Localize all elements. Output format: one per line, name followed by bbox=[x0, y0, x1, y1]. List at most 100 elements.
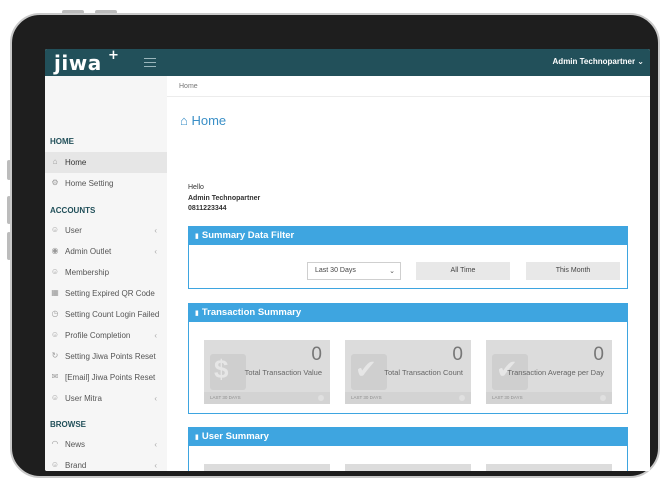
refresh-icon: ↻ bbox=[51, 351, 59, 360]
sidebar-item-membership[interactable]: ☺ Membership bbox=[45, 262, 167, 283]
stat-value: 0 bbox=[593, 344, 604, 365]
sidebar-item-label: Setting Count Login Failed bbox=[65, 310, 160, 319]
rss-icon: ◠ bbox=[51, 439, 59, 448]
stat-value: 0 bbox=[311, 344, 322, 365]
qr-icon: ▦ bbox=[51, 288, 59, 297]
chevron-left-icon: ‹ bbox=[154, 247, 157, 256]
greeting-phone: 0811223344 bbox=[188, 205, 227, 212]
info-icon bbox=[318, 395, 324, 401]
main-content: Home ⌂ Home Hello Admin Technopartner 08… bbox=[167, 76, 650, 471]
hamburger-menu-icon[interactable] bbox=[144, 58, 156, 67]
sidebar: HOME ⌂ Home ⚙ Home Setting ACCOUNTS ☺ Us… bbox=[45, 76, 167, 471]
sidebar-item-home-setting[interactable]: ⚙ Home Setting bbox=[45, 173, 167, 194]
user-icon: ☺ bbox=[50, 460, 60, 469]
breadcrumb-home[interactable]: Home bbox=[179, 83, 198, 90]
home-icon: ⌂ bbox=[52, 157, 58, 166]
chevron-left-icon: ‹ bbox=[154, 394, 157, 403]
sidebar-item-label: Membership bbox=[65, 268, 110, 277]
sidebar-item-label: Home Setting bbox=[65, 179, 114, 188]
bar-chart-icon: ▮ bbox=[195, 233, 199, 240]
logo-text: jiwa bbox=[54, 51, 102, 75]
chevron-down-icon: ⌄ bbox=[637, 57, 644, 66]
user-icon: ☺ bbox=[50, 267, 60, 276]
sidebar-item-setting-count-login[interactable]: ◷ Setting Count Login Failed bbox=[45, 304, 167, 325]
sidebar-item-brand[interactable]: ☺ Brand ‹ bbox=[45, 455, 167, 471]
timer-icon: ◷ bbox=[51, 309, 59, 318]
panel-title: Summary Data Filter bbox=[201, 230, 295, 241]
user-stat-card bbox=[486, 464, 612, 471]
sidebar-item-label: Admin Outlet bbox=[65, 247, 112, 256]
app-screen: jiwa + Admin Technopartner ⌄ HOME ⌂ Home… bbox=[45, 49, 650, 471]
chevron-left-icon: ‹ bbox=[154, 461, 157, 470]
stat-value: 0 bbox=[452, 344, 463, 365]
select-value: Last 30 Days bbox=[315, 267, 356, 274]
bar-chart-icon: ▮ bbox=[195, 310, 199, 317]
all-time-button[interactable]: All Time bbox=[416, 262, 510, 280]
info-icon bbox=[600, 395, 606, 401]
sidebar-item-home[interactable]: ⌂ Home bbox=[45, 152, 167, 173]
sidebar-item-setting-expired-qr[interactable]: ▦ Setting Expired QR Code bbox=[45, 283, 167, 304]
panel-header: ▮ Summary Data Filter bbox=[189, 227, 627, 245]
users-icon: ☺ bbox=[50, 225, 60, 234]
info-icon bbox=[459, 395, 465, 401]
sidebar-item-label: News bbox=[65, 440, 86, 449]
user-name: Admin Technopartner bbox=[552, 57, 636, 66]
sidebar-item-admin-outlet[interactable]: ◉ Admin Outlet ‹ bbox=[45, 241, 167, 262]
panel-title: User Summary bbox=[201, 431, 269, 442]
sidebar-item-user-mitra[interactable]: ☺ User Mitra ‹ bbox=[45, 388, 167, 409]
this-month-button[interactable]: This Month bbox=[526, 262, 620, 280]
envelope-icon: ✉ bbox=[51, 372, 59, 381]
chevron-left-icon: ‹ bbox=[154, 440, 157, 449]
sidebar-header-browse: BROWSE bbox=[50, 420, 86, 429]
user-gear-icon: ☺ bbox=[50, 393, 60, 402]
stat-footer-label: LAST 30 DAYS bbox=[492, 395, 523, 400]
stat-transaction-average-per-day: ✔ 0 Transaction Average per Day LAST 30 … bbox=[486, 340, 612, 404]
sidebar-header-accounts: ACCOUNTS bbox=[50, 206, 96, 215]
users-icon: ☺ bbox=[50, 330, 60, 339]
greeting-hello: Hello bbox=[188, 184, 204, 191]
logo-plus: + bbox=[108, 49, 120, 63]
sidebar-item-label: Brand bbox=[65, 461, 87, 470]
stat-footer-label: LAST 30 DAYS bbox=[351, 395, 382, 400]
check-icon-glyph: ✔ bbox=[355, 354, 377, 384]
panel-title: Transaction Summary bbox=[201, 307, 302, 318]
bar-chart-icon: ▮ bbox=[195, 434, 199, 441]
user-stat-card bbox=[345, 464, 471, 471]
stat-total-transaction-count: ✔ 0 Total Transaction Count LAST 30 DAYS bbox=[345, 340, 471, 404]
sidebar-item-email-points-reset[interactable]: ✉ [Email] Jiwa Points Reset bbox=[45, 367, 167, 388]
chevron-left-icon: ‹ bbox=[154, 226, 157, 235]
jiwa-logo[interactable]: jiwa + bbox=[54, 49, 119, 75]
eye-icon: ◉ bbox=[51, 246, 59, 255]
stat-footer: LAST 30 DAYS bbox=[204, 392, 330, 404]
sidebar-item-label: [Email] Jiwa Points Reset bbox=[65, 373, 156, 382]
user-stat-card bbox=[204, 464, 330, 471]
sidebar-item-user[interactable]: ☺ User ‹ bbox=[45, 220, 167, 241]
breadcrumb: Home bbox=[167, 76, 650, 97]
date-range-select[interactable]: Last 30 Days ⌄ bbox=[307, 262, 401, 280]
stat-footer: LAST 30 DAYS bbox=[486, 392, 612, 404]
sidebar-item-setting-points-reset[interactable]: ↻ Setting Jiwa Points Reset bbox=[45, 346, 167, 367]
panel-header: ▮ Transaction Summary bbox=[189, 304, 627, 322]
sidebar-item-label: User bbox=[65, 226, 82, 235]
sidebar-item-label: Setting Expired QR Code bbox=[65, 289, 155, 298]
tablet-frame: jiwa + Admin Technopartner ⌄ HOME ⌂ Home… bbox=[10, 13, 660, 478]
user-menu[interactable]: Admin Technopartner ⌄ bbox=[553, 57, 644, 66]
sidebar-item-label: Profile Completion bbox=[65, 331, 131, 340]
sidebar-item-label: Home bbox=[65, 158, 87, 167]
stat-caption: Transaction Average per Day bbox=[507, 368, 604, 377]
stat-footer-label: LAST 30 DAYS bbox=[210, 395, 241, 400]
sidebar-item-news[interactable]: ◠ News ‹ bbox=[45, 434, 167, 455]
sidebar-item-label: Setting Jiwa Points Reset bbox=[65, 352, 156, 361]
stat-caption: Total Transaction Value bbox=[244, 368, 322, 377]
sidebar-item-profile-completion[interactable]: ☺ Profile Completion ‹ bbox=[45, 325, 167, 346]
stat-total-transaction-value: $ 0 Total Transaction Value LAST 30 DAYS bbox=[204, 340, 330, 404]
user-summary-panel: ▮ User Summary bbox=[188, 427, 628, 471]
home-icon: ⌂ bbox=[180, 113, 188, 128]
gear-icon: ⚙ bbox=[51, 178, 59, 187]
sidebar-header-home: HOME bbox=[50, 137, 74, 146]
money-icon-glyph: $ bbox=[214, 354, 229, 384]
sidebar-item-label: User Mitra bbox=[65, 394, 102, 403]
page-title-text: Home bbox=[191, 113, 227, 128]
stat-caption: Total Transaction Count bbox=[384, 368, 463, 377]
panel-header: ▮ User Summary bbox=[189, 428, 627, 446]
